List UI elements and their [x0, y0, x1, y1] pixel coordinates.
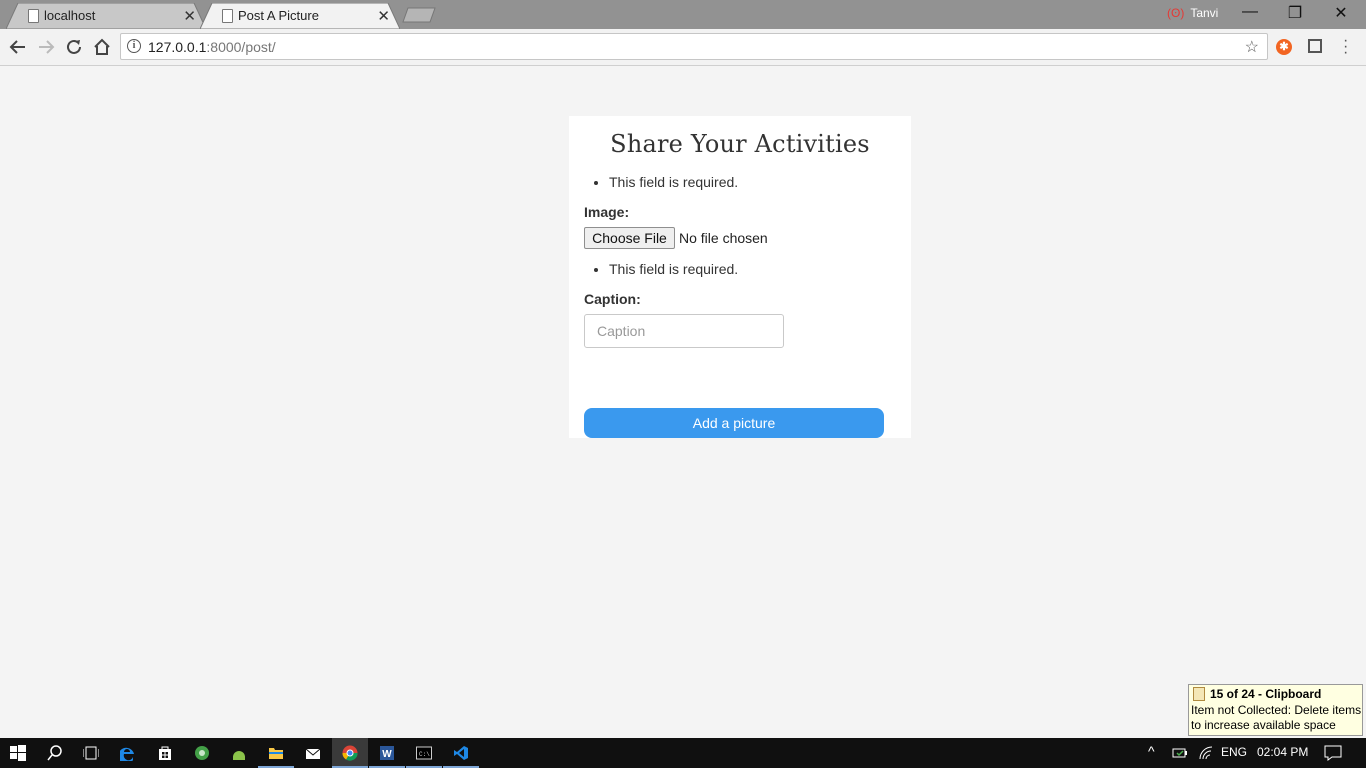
browser-toolbar: i 127.0.0.1:8000/post/ ☆ ✱ · · · [0, 29, 1366, 66]
tab-label: Post A Picture [238, 8, 319, 23]
image-error-list: This field is required. [609, 261, 738, 277]
clock[interactable]: 02:04 PM [1257, 745, 1308, 759]
cmd-icon: C:\ [416, 746, 432, 760]
menu-dots-icon[interactable]: · · · [1343, 33, 1348, 61]
word-icon: W [380, 746, 394, 760]
forward-arrow-icon[interactable] [36, 37, 56, 57]
task-view-button[interactable] [73, 738, 109, 768]
mail-app[interactable] [295, 738, 331, 768]
caption-label: Caption: [584, 291, 641, 307]
clipboard-notification[interactable]: 15 of 24 - Clipboard Item not Collected:… [1188, 684, 1363, 736]
new-tab-button[interactable] [402, 7, 436, 23]
notification-title: 15 of 24 - Clipboard [1210, 687, 1322, 701]
taskbar: W C:\ ^ ENG 02:04 PM [0, 738, 1366, 768]
bookmark-star-icon[interactable]: ☆ [1245, 37, 1259, 57]
wifi-icon[interactable] [1198, 746, 1214, 760]
show-hidden-icons-icon[interactable]: ^ [1148, 743, 1155, 759]
back-arrow-icon[interactable] [8, 37, 28, 57]
page-icon [222, 9, 233, 23]
tab-label: localhost [44, 8, 96, 23]
edge-icon [120, 747, 134, 761]
clipboard-icon [1193, 687, 1205, 701]
home-icon[interactable] [92, 37, 112, 57]
url-path: :8000/post/ [206, 39, 276, 55]
search-icon [47, 745, 62, 761]
chrome-icon [342, 745, 358, 761]
url-text[interactable]: 127.0.0.1:8000/post/ [148, 39, 276, 55]
restore-icon[interactable]: ❐ [1272, 3, 1318, 23]
chrome-app[interactable] [332, 738, 368, 768]
battery-icon[interactable] [1172, 746, 1188, 760]
close-tab-icon[interactable]: ✕ [183, 7, 196, 25]
form-error-list: This field is required. [609, 174, 738, 190]
tab-post-a-picture[interactable]: Post A Picture ✕ [200, 3, 400, 29]
tab-localhost[interactable]: localhost ✕ [6, 3, 206, 29]
windows-icon [10, 745, 26, 761]
post-form-card: Share Your Activities This field is requ… [569, 116, 911, 438]
profile-icon: (ʘ) [1167, 6, 1185, 20]
extension-icon[interactable]: ✱ [1276, 39, 1292, 55]
caption-input[interactable] [584, 314, 784, 348]
cmd-app[interactable]: C:\ [406, 738, 442, 768]
mail-icon [305, 748, 321, 759]
language-indicator[interactable]: ENG [1221, 745, 1247, 759]
folder-icon [269, 748, 283, 759]
svg-text:C:\: C:\ [419, 751, 430, 758]
address-bar[interactable]: i 127.0.0.1:8000/post/ ☆ [120, 33, 1268, 60]
close-tab-icon[interactable]: ✕ [377, 7, 390, 25]
image-label: Image: [584, 204, 630, 220]
start-button[interactable] [0, 738, 36, 768]
page-title: Share Your Activities [610, 130, 870, 158]
add-picture-button[interactable]: Add a picture [584, 408, 884, 438]
action-center-icon[interactable] [1324, 745, 1342, 761]
store-app[interactable] [147, 738, 183, 768]
profile-button[interactable]: (ʘ) Tanvi [1167, 6, 1218, 20]
file-status: No file chosen [679, 230, 768, 246]
green-app[interactable] [184, 738, 220, 768]
choose-file-button[interactable]: Choose File [584, 227, 675, 249]
extension-panel-icon[interactable] [1308, 39, 1322, 53]
profile-name: Tanvi [1190, 6, 1219, 20]
browser-titlebar: localhost ✕ Post A Picture ✕ (ʘ) Tanvi — … [0, 0, 1366, 29]
reload-icon[interactable] [64, 37, 84, 57]
close-window-icon[interactable]: ✕ [1318, 3, 1364, 23]
app-icon [195, 746, 209, 760]
form-error: This field is required. [609, 174, 738, 190]
notification-message: Item not Collected: Delete items to incr… [1191, 703, 1362, 732]
word-app[interactable]: W [369, 738, 405, 768]
image-error: This field is required. [609, 261, 738, 277]
svg-text:W: W [382, 749, 392, 760]
page-icon [28, 9, 39, 23]
vscode-icon [454, 746, 468, 760]
task-view-icon [83, 746, 99, 760]
android-studio-app[interactable] [221, 738, 257, 768]
vscode-app[interactable] [443, 738, 479, 768]
minimize-icon[interactable]: — [1227, 3, 1273, 21]
search-button[interactable] [37, 738, 73, 768]
file-explorer-app[interactable] [258, 738, 294, 768]
url-host: 127.0.0.1 [148, 39, 207, 55]
info-icon[interactable]: i [127, 39, 141, 53]
store-icon [159, 746, 171, 760]
android-icon [233, 751, 245, 760]
edge-app[interactable] [110, 738, 146, 768]
